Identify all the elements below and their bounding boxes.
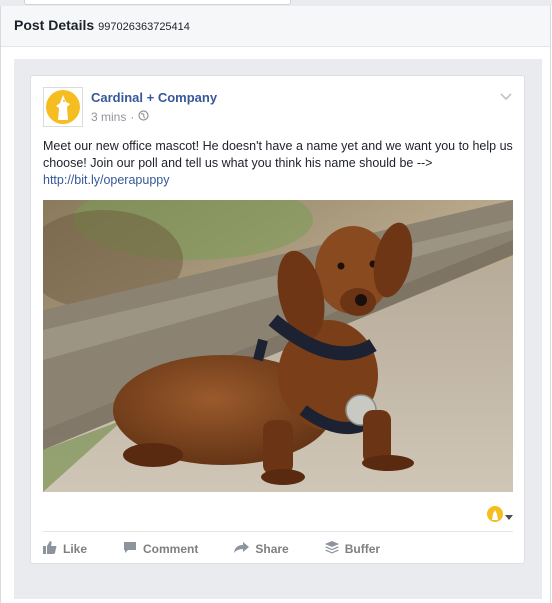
post-message: Meet our new office mascot! He doesn't h… (43, 138, 515, 189)
buffer-stack-icon (324, 541, 339, 557)
buffer-button[interactable]: Buffer (324, 541, 381, 557)
comment-label: Comment (143, 542, 199, 556)
comment-icon (123, 541, 137, 557)
post-photo-dachshund[interactable] (43, 200, 513, 492)
post-message-text: Meet our new office mascot! He doesn't h… (43, 139, 513, 170)
like-label: Like (63, 542, 88, 556)
post-timestamp[interactable]: 3 mins (91, 110, 126, 124)
comment-button[interactable]: Comment (123, 541, 198, 557)
modal-title: Post Details 997026363725414 (14, 17, 190, 33)
reaction-row (43, 504, 513, 524)
page-avatar-icon (487, 506, 503, 527)
post-details-modal: Post Details 997026363725414 Cardinal + C… (0, 6, 551, 603)
page-name-link[interactable]: Cardinal + Company (91, 90, 217, 105)
globe-icon[interactable] (138, 110, 149, 124)
buffer-label: Buffer (344, 542, 381, 556)
reaction-selector[interactable] (487, 506, 513, 527)
post-meta: 3 mins · (91, 110, 149, 124)
post-link[interactable]: http://bit.ly/operapuppy (43, 172, 515, 189)
share-button[interactable]: Share (234, 541, 289, 557)
caret-down-icon (505, 508, 513, 526)
action-bar: Like Comment Share Buffer (43, 531, 513, 566)
share-label: Share (255, 542, 289, 556)
background-search-bar (24, 0, 291, 5)
chevron-down-icon[interactable] (500, 88, 512, 106)
thumbs-up-icon (43, 541, 57, 557)
modal-body: Cardinal + Company 3 mins · Meet our new… (14, 59, 542, 599)
share-arrow-icon (234, 541, 250, 557)
cardinal-logo-icon (46, 90, 80, 124)
page-avatar[interactable] (43, 87, 83, 127)
like-button[interactable]: Like (43, 541, 87, 557)
post-card: Cardinal + Company 3 mins · Meet our new… (30, 75, 525, 564)
post-id: 997026363725414 (98, 21, 190, 33)
meta-separator: · (130, 110, 135, 124)
modal-header: Post Details 997026363725414 (1, 6, 550, 47)
modal-title-text: Post Details (14, 17, 95, 33)
